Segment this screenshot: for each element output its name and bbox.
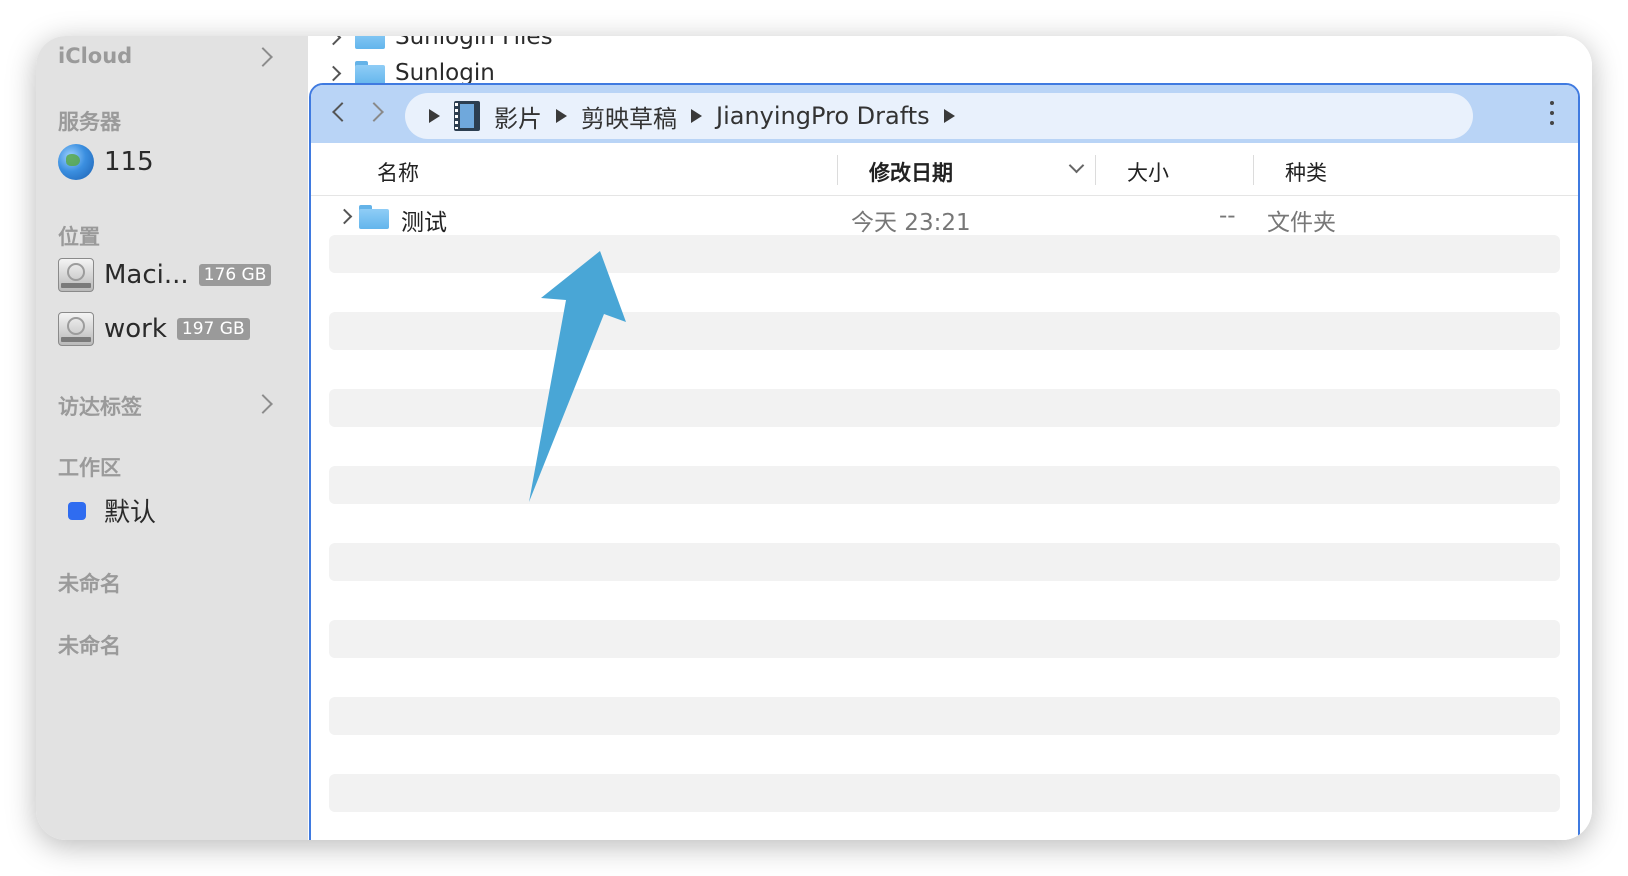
sidebar-item-115[interactable]: 115 xyxy=(58,144,154,180)
column-name[interactable]: 名称 xyxy=(377,157,419,187)
empty-row xyxy=(329,235,1560,273)
capacity-badge: 197 GB xyxy=(176,318,250,340)
empty-row xyxy=(329,466,1560,504)
sidebar-section-workspace: 工作区 xyxy=(58,456,121,480)
parent-listing: Sunlogin Files Sunlogin xyxy=(308,36,1592,86)
file-kind: 文件夹 xyxy=(1267,210,1336,236)
disk-icon xyxy=(58,312,94,346)
sidebar-section-icloud[interactable]: iCloud xyxy=(58,44,132,68)
empty-row xyxy=(329,543,1560,581)
column-modified[interactable]: 修改日期 xyxy=(869,157,953,187)
breadcrumb: 影片 剪映草稿 JianyingPro Drafts xyxy=(405,93,1473,139)
column-kind[interactable]: 种类 xyxy=(1285,157,1327,187)
breadcrumb-item[interactable]: JianyingPro Drafts xyxy=(716,102,930,130)
empty-row xyxy=(329,697,1560,735)
sidebar-section-locations: 位置 xyxy=(58,225,100,249)
triangle-icon[interactable] xyxy=(429,109,440,123)
globe-icon xyxy=(58,144,94,180)
sidebar-item-default[interactable]: 默认 xyxy=(58,492,156,529)
sidebar: iCloud 服务器 115 位置 Maci... 176 GB work 19… xyxy=(36,36,308,840)
sidebar-item-label: Maci... xyxy=(104,260,189,290)
table-row[interactable]: 测试 今天 23:21 -- 文件夹 xyxy=(311,197,1578,236)
content-area: Sunlogin Files Sunlogin 影片 剪映草稿 Jianying… xyxy=(308,36,1592,840)
breadcrumb-item[interactable]: 剪映草稿 xyxy=(581,99,677,134)
file-modified: 今天 23:21 xyxy=(851,210,971,236)
sidebar-item-macintosh[interactable]: Maci... 176 GB xyxy=(58,258,272,292)
empty-row xyxy=(329,620,1560,658)
movies-folder-icon xyxy=(454,101,480,131)
folder-icon xyxy=(355,61,385,85)
capacity-badge: 176 GB xyxy=(198,264,272,286)
finder-window: iCloud 服务器 115 位置 Maci... 176 GB work 19… xyxy=(36,36,1592,840)
sidebar-section-unnamed[interactable]: 未命名 xyxy=(58,568,121,598)
folder-icon xyxy=(359,205,389,229)
forward-icon[interactable] xyxy=(364,102,384,122)
workspace-color-icon xyxy=(68,501,86,520)
path-bar: 影片 剪映草稿 JianyingPro Drafts xyxy=(311,85,1578,143)
file-pane: 影片 剪映草稿 JianyingPro Drafts 名称 修改日期 大小 种类 xyxy=(309,83,1580,840)
triangle-icon[interactable] xyxy=(556,109,567,123)
empty-row xyxy=(329,312,1560,350)
file-size: -- xyxy=(1219,203,1236,229)
empty-row xyxy=(329,774,1560,812)
file-name: 测试 xyxy=(401,210,447,236)
list-item[interactable]: Sunlogin Files xyxy=(325,36,553,50)
triangle-icon[interactable] xyxy=(691,109,702,123)
sidebar-item-label: 115 xyxy=(104,147,154,177)
disclosure-icon[interactable] xyxy=(325,65,342,81)
sidebar-item-work[interactable]: work 197 GB xyxy=(58,312,250,346)
disclosure-icon[interactable] xyxy=(336,208,353,225)
disk-icon xyxy=(58,258,94,292)
column-divider[interactable] xyxy=(837,155,838,185)
folder-icon xyxy=(355,36,385,49)
column-divider[interactable] xyxy=(1253,155,1254,185)
back-icon[interactable] xyxy=(332,102,352,122)
sidebar-section-tags[interactable]: 访达标签 xyxy=(58,391,142,421)
sort-chevron-icon[interactable] xyxy=(1068,157,1085,174)
column-size[interactable]: 大小 xyxy=(1127,157,1169,187)
sidebar-section-servers: 服务器 xyxy=(58,110,121,134)
file-name: Sunlogin Files xyxy=(395,36,553,50)
disclosure-icon[interactable] xyxy=(325,36,342,45)
chevron-right-icon[interactable] xyxy=(253,394,273,414)
sidebar-item-label: work xyxy=(104,314,167,344)
column-header: 名称 修改日期 大小 种类 xyxy=(311,145,1578,196)
chevron-right-icon[interactable] xyxy=(253,47,273,67)
more-options-icon[interactable] xyxy=(1550,101,1554,125)
empty-row xyxy=(329,389,1560,427)
sidebar-item-label: 默认 xyxy=(104,498,157,528)
breadcrumb-item[interactable]: 影片 xyxy=(494,99,542,134)
sidebar-section-unnamed[interactable]: 未命名 xyxy=(58,630,121,660)
triangle-icon[interactable] xyxy=(943,109,955,123)
column-divider[interactable] xyxy=(1095,155,1096,185)
